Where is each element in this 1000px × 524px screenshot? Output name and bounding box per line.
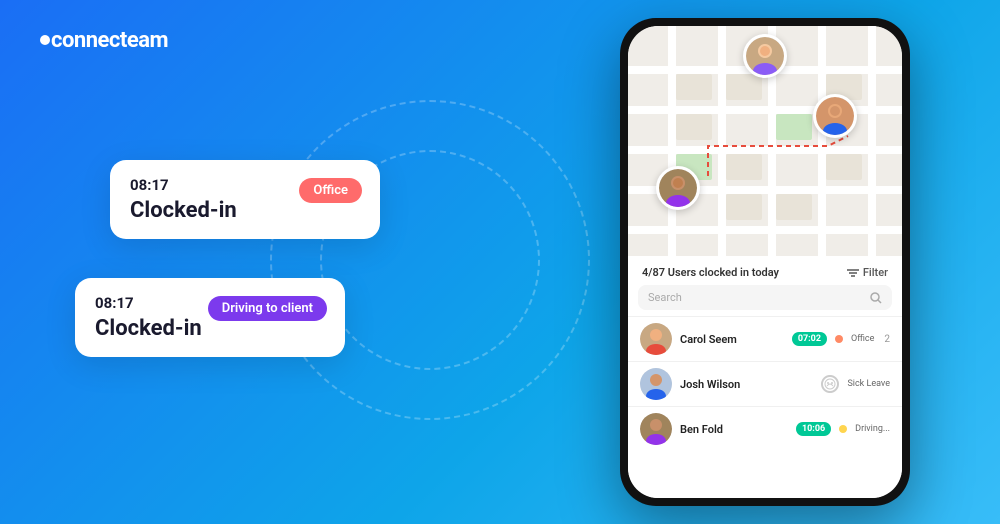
status-label: Office bbox=[851, 334, 874, 344]
map-avatar-3 bbox=[656, 166, 700, 210]
card2-badge: Driving to client bbox=[208, 296, 327, 321]
user-avatar bbox=[640, 368, 672, 400]
count-label: 2 bbox=[884, 334, 890, 345]
map-block bbox=[726, 74, 762, 100]
time-badge: 10:06 bbox=[796, 422, 831, 436]
filter-button[interactable]: Filter bbox=[847, 266, 888, 279]
list-item[interactable]: Josh Wilson Sick Leave bbox=[628, 361, 902, 406]
road-v1 bbox=[668, 26, 676, 256]
time-badge: 07:02 bbox=[792, 332, 827, 346]
status-dot bbox=[835, 335, 843, 343]
logo: connecteam bbox=[40, 28, 168, 53]
user-avatar bbox=[640, 323, 672, 355]
users-count: 4/87 Users clocked in today bbox=[642, 266, 779, 279]
logo-text: connecteam bbox=[51, 28, 168, 53]
map-block bbox=[776, 194, 812, 220]
status-dot bbox=[839, 425, 847, 433]
status-label: Sick Leave bbox=[847, 379, 890, 389]
card1-badge: Office bbox=[299, 178, 362, 203]
user-name: Josh Wilson bbox=[680, 378, 813, 391]
search-placeholder: Search bbox=[648, 291, 864, 304]
map-avatar-2 bbox=[813, 94, 857, 138]
clock-card-office: 08:17 Clocked-in Office bbox=[110, 160, 380, 239]
user-list: 4/87 Users clocked in today Filter Searc… bbox=[628, 256, 902, 498]
list-item[interactable]: Ben Fold 10:06 Driving... bbox=[628, 406, 902, 451]
clock-card-driving: 08:17 Clocked-in Driving to client bbox=[75, 278, 345, 357]
road-v5 bbox=[868, 26, 876, 256]
search-bar[interactable]: Search bbox=[638, 285, 892, 310]
map-avatar-1 bbox=[743, 34, 787, 78]
status-label: Driving... bbox=[855, 424, 890, 434]
list-item[interactable]: Carol Seem 07:02 Office 2 bbox=[628, 316, 902, 361]
user-avatar bbox=[640, 413, 672, 445]
list-header: 4/87 Users clocked in today Filter bbox=[628, 256, 902, 285]
phone-mockup: 4/87 Users clocked in today Filter Searc… bbox=[620, 18, 910, 506]
logo-dot bbox=[40, 35, 50, 45]
map-block bbox=[726, 194, 762, 220]
filter-label: Filter bbox=[863, 266, 888, 279]
user-name: Ben Fold bbox=[680, 423, 788, 436]
filter-icon bbox=[847, 268, 859, 278]
map-area bbox=[628, 26, 902, 256]
user-name: Carol Seem bbox=[680, 333, 784, 346]
sick-icon bbox=[821, 375, 839, 393]
search-icon bbox=[870, 292, 882, 304]
phone-screen: 4/87 Users clocked in today Filter Searc… bbox=[628, 26, 902, 498]
map-block bbox=[676, 74, 712, 100]
deco-circle-2 bbox=[270, 100, 590, 420]
